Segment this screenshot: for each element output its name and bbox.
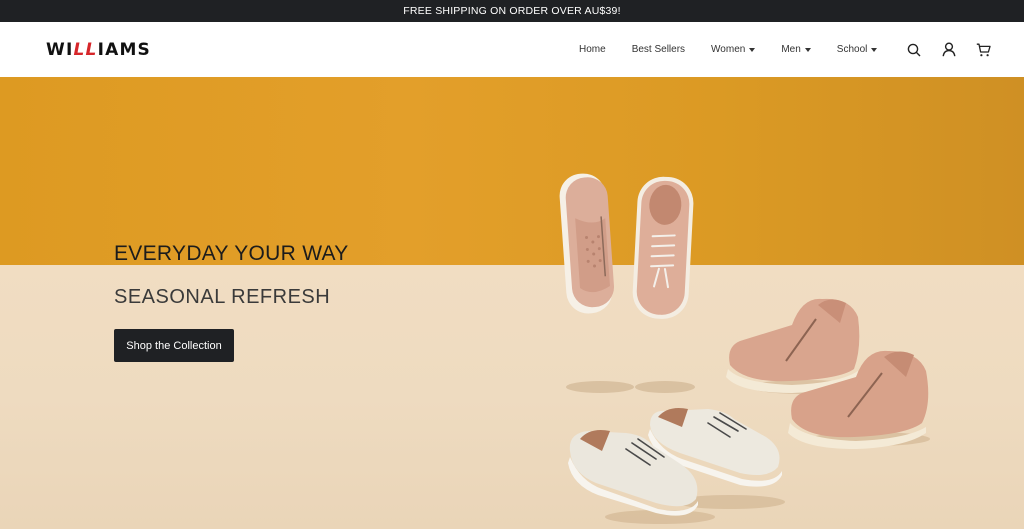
caret-down-icon	[749, 47, 756, 52]
nav-label: Best Sellers	[631, 44, 686, 55]
logo-text-start: WI	[46, 39, 74, 60]
caret-down-icon	[804, 47, 811, 52]
hero-banner: EVERYDAY YOUR WAY SEASONAL REFRESH Shop …	[0, 77, 1024, 529]
caret-down-icon	[871, 47, 878, 52]
hero-title: EVERYDAY YOUR WAY	[114, 242, 349, 265]
nav-item-school[interactable]: School	[837, 44, 878, 55]
announcement-bar: FREE SHIPPING ON ORDER OVER AU$39!	[0, 0, 1024, 22]
nav-label: Men	[781, 44, 801, 55]
main-nav: Home Best Sellers Women Men School	[579, 22, 903, 77]
nav-label: School	[836, 44, 868, 55]
nav-label: Women	[711, 44, 746, 55]
cart-icon[interactable]	[976, 42, 991, 57]
site-header: WI LL IAMS Home Best Sellers Women Men Sch…	[0, 22, 1024, 77]
hero-shoes-image	[559, 173, 930, 524]
hero-subtitle: SEASONAL REFRESH	[114, 286, 331, 308]
hero-text-block: EVERYDAY YOUR WAY SEASONAL REFRESH Shop …	[114, 242, 349, 362]
nav-label: Home	[579, 44, 606, 55]
shop-collection-button[interactable]: Shop the Collection	[114, 329, 234, 362]
nav-item-women[interactable]: Women	[711, 44, 756, 55]
logo-text-end: IAMS	[97, 39, 152, 60]
nav-item-best-sellers[interactable]: Best Sellers	[632, 44, 685, 55]
nav-item-men[interactable]: Men	[781, 44, 811, 55]
header-icons	[906, 22, 991, 77]
search-icon[interactable]	[906, 42, 921, 57]
user-icon[interactable]	[941, 42, 956, 57]
brand-logo[interactable]: WI LL IAMS	[46, 40, 151, 60]
logo-text-accent: LL	[73, 39, 98, 60]
nav-item-home[interactable]: Home	[579, 44, 606, 55]
announcement-text: FREE SHIPPING ON ORDER OVER AU$39!	[403, 5, 621, 17]
